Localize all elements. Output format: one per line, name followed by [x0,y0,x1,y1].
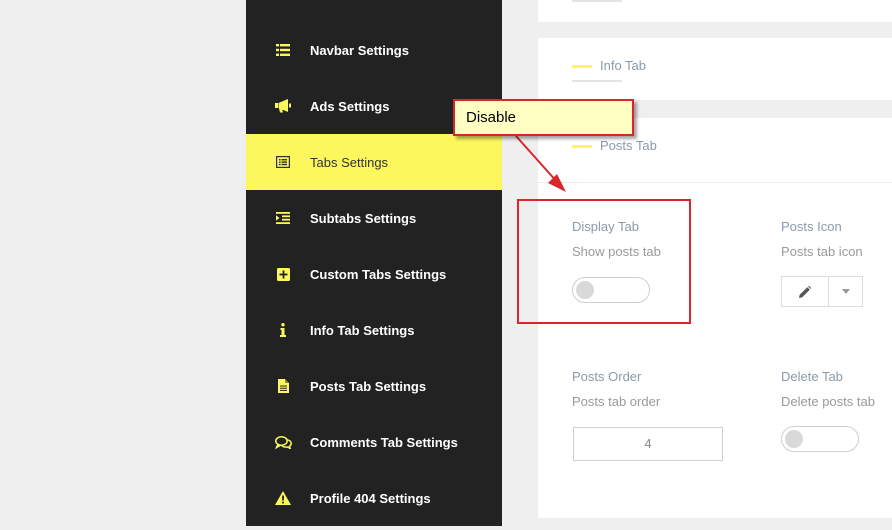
sidebar-item-label: Comments Tab Settings [310,434,458,450]
sidebar-item-label: Navbar Settings [310,42,409,58]
sidebar-item-label: Ads Settings [310,98,390,114]
sidebar-item-navbar-settings[interactable]: Navbar Settings [246,22,502,78]
sidebar-item-custom-tabs-settings[interactable]: Custom Tabs Settings [246,246,502,302]
megaphone-icon [246,99,310,113]
list-alt-icon [246,156,310,168]
delete-tab-toggle[interactable] [781,426,859,452]
posts-order-input[interactable]: 4 [573,427,723,461]
pencil-icon[interactable] [782,277,829,306]
sidebar-item-previous[interactable] [246,0,502,18]
delete-tab-desc: Delete posts tab [781,394,875,409]
info-tab-panel: Info Tab [538,38,892,100]
sidebar-item-label: Posts Tab Settings [310,378,427,394]
posts-icon-desc: Posts tab icon [781,244,863,259]
title-underline [572,80,622,82]
sidebar-item-comments-tab-settings[interactable]: Comments Tab Settings [246,414,502,470]
accent-bar [572,65,592,69]
comments-icon [246,435,310,449]
plus-square-icon [246,267,310,281]
posts-icon-picker[interactable] [781,276,863,307]
warning-icon [246,491,310,505]
sidebar-item-profile-404-settings[interactable]: Profile 404 Settings [246,470,502,526]
indent-icon [246,212,310,224]
chevron-down-icon[interactable] [829,277,862,306]
posts-icon-title: Posts Icon [781,219,842,234]
sidebar-item-subtabs-settings[interactable]: Subtabs Settings [246,190,502,246]
posts-order-title: Posts Order [572,369,642,384]
toggle-knob [785,430,803,448]
info-icon [246,323,310,337]
page-left-background [0,0,246,530]
posts-order-desc: Posts tab order [572,394,661,409]
file-icon [246,379,310,393]
previous-tab-panel [538,0,892,22]
accent-bar [572,145,592,149]
sidebar-item-label: Profile 404 Settings [310,490,431,506]
sidebar-item-label: Info Tab Settings [310,322,415,338]
sidebar-item-tabs-settings[interactable]: Tabs Settings [246,134,502,190]
sidebar-item-label: Tabs Settings [310,154,389,170]
info-tab-title[interactable]: Info Tab [572,58,646,73]
delete-tab-title: Delete Tab [781,369,843,384]
posts-tab-title[interactable]: Posts Tab [572,138,657,153]
list-icon [246,44,310,56]
annotation-callout: Disable [453,99,634,136]
sidebar-item-label: Subtabs Settings [310,210,417,226]
sidebar-item-info-tab-settings[interactable]: Info Tab Settings [246,302,502,358]
annotation-highlight-box [517,199,691,324]
sidebar-item-posts-tab-settings[interactable]: Posts Tab Settings [246,358,502,414]
sidebar: Navbar Settings Ads Settings Tabs Settin… [246,0,502,526]
sidebar-item-label: Custom Tabs Settings [310,266,447,282]
title-underline [572,0,622,2]
section-divider [538,182,892,183]
